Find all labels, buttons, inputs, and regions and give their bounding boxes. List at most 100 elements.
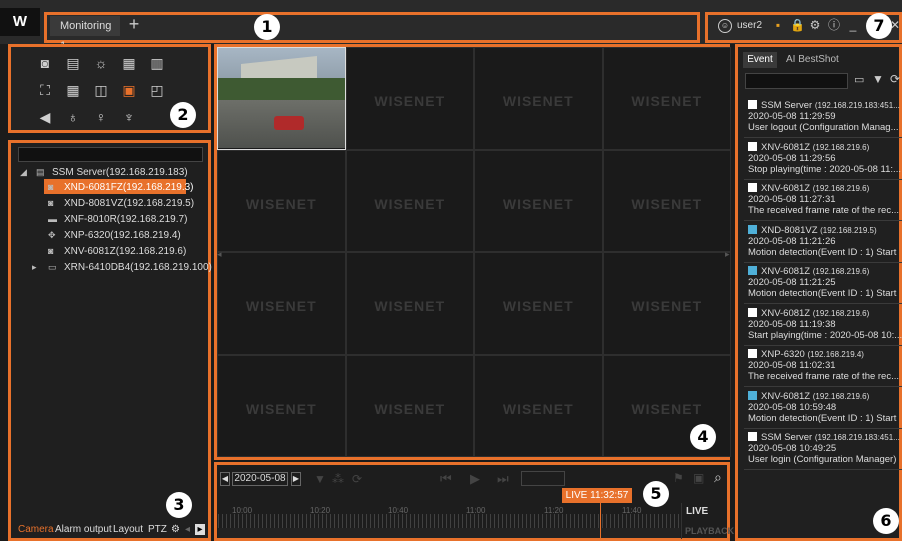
dome-camera-icon: ◙	[48, 182, 54, 192]
next-frame-icon[interactable]: ⏭	[497, 471, 509, 487]
video-tile-empty[interactable]: WISENET	[217, 252, 346, 355]
event-separator	[744, 303, 902, 304]
grid-left-collapse-icon[interactable]: ◂	[217, 249, 222, 260]
filter-icon[interactable]: ▼	[314, 472, 326, 486]
event-item[interactable]: SSM Server (192.168.219.183:451... 2020-0…	[748, 100, 902, 133]
tree-device-4[interactable]: ✥ XNP-6320(192.168.219.4)	[48, 228, 181, 242]
speed-field[interactable]	[521, 471, 565, 486]
layout-icon[interactable]: ▦	[120, 55, 138, 71]
date-next-button[interactable]: ▶	[291, 472, 301, 486]
tree-device-6[interactable]: ▸ ▭ XRN-6410DB4(192.168.219.100)	[32, 260, 212, 274]
event-marker-icon	[748, 183, 757, 192]
video-tile-empty[interactable]: WISENET	[602, 149, 731, 252]
signal-icon[interactable]: ▪	[771, 18, 785, 32]
camera-snapshot-icon[interactable]: ◙	[36, 55, 54, 71]
tree-search-input[interactable]	[18, 147, 203, 162]
minimize-icon[interactable]: _	[846, 18, 860, 32]
video-tile-empty[interactable]: WISENET	[474, 252, 603, 355]
collapse-arrow-icon[interactable]: ◢	[20, 165, 32, 179]
user-icon[interactable]: ☺	[718, 19, 732, 33]
tab-settings-gear-icon[interactable]: ⚙	[171, 524, 180, 535]
event-item[interactable]: XNV-6081Z (192.168.219.6) 2020-05-08 11:2…	[748, 266, 902, 299]
play-icon[interactable]: ▶	[470, 471, 480, 487]
info-screen-icon[interactable]: ◰	[148, 82, 166, 98]
add-tab-button[interactable]: +	[124, 14, 144, 36]
fisheye-camera-icon: ▬	[48, 214, 57, 224]
video-tile-empty[interactable]: WISENET	[345, 252, 474, 355]
broadcast-mic-icon[interactable]: ♆	[120, 109, 138, 125]
event-item[interactable]: XNP-6320 (192.168.219.4) 2020-05-08 11:02…	[748, 349, 902, 382]
sequence-icon[interactable]: ▥	[148, 55, 166, 71]
event-item[interactable]: XNV-6081Z (192.168.219.6) 2020-05-08 11:2…	[748, 183, 902, 216]
timeline-track[interactable]	[218, 528, 680, 538]
print-icon[interactable]: ▤	[64, 55, 82, 71]
event-item[interactable]: XNV-6081Z (192.168.219.6) 2020-05-08 10:5…	[748, 390, 902, 424]
export-icon[interactable]: ▣	[693, 471, 704, 485]
mic-settings-icon[interactable]: ♁	[64, 109, 82, 125]
window-icon[interactable]: ▭	[854, 73, 864, 86]
tab-ai-bestshot[interactable]: AI BestShot	[786, 52, 839, 68]
bookmark-icon[interactable]: ⚑	[673, 471, 684, 485]
event-search-input[interactable]	[745, 73, 848, 89]
callout-1: 1	[254, 14, 280, 40]
grid-search-icon[interactable]: ⁂	[332, 472, 344, 486]
fullscreen-icon[interactable]: ⛶	[36, 82, 54, 98]
event-item[interactable]: SSM Server (192.168.219.183:451... 2020-0…	[748, 432, 902, 465]
video-tile-empty[interactable]: WISENET	[474, 149, 603, 252]
video-tile-empty[interactable]: WISENET	[217, 354, 346, 457]
microphone-icon[interactable]: ♀	[92, 109, 110, 125]
pip-icon[interactable]: ◫	[92, 82, 110, 98]
video-tile-empty[interactable]: WISENET	[345, 47, 474, 150]
callout-7: 7	[866, 13, 892, 39]
refresh-icon[interactable]: ⟳	[352, 472, 362, 486]
event-item[interactable]: XND-8081VZ (192.168.219.5) 2020-05-08 11:…	[748, 224, 902, 258]
tree-server[interactable]: ◢ ▤ SSM Server(192.168.219.183)	[20, 165, 188, 179]
expand-arrow-icon[interactable]: ▸	[32, 260, 44, 274]
tree-device-3[interactable]: ▬ XNF-8010R(192.168.219.7)	[48, 212, 187, 226]
video-tile-empty[interactable]: WISENET	[345, 354, 474, 457]
tree-device-1[interactable]: ◙ XND-6081FZ(192.168.219.3)	[48, 180, 194, 194]
tab-camera[interactable]: Camera	[18, 524, 54, 535]
event-message: The received frame rate of the rec...	[748, 205, 900, 216]
tree-device-2[interactable]: ◙ XND-8081VZ(192.168.219.5)	[48, 196, 194, 210]
info-icon[interactable]: ⓘ	[827, 18, 841, 32]
video-tile-live[interactable]	[217, 47, 346, 150]
refresh-icon[interactable]: ⟳	[890, 72, 900, 86]
tree-device-5[interactable]: ◙ XNV-6081Z(192.168.219.6)	[48, 244, 186, 258]
tree-device-label: XND-8081VZ(192.168.219.5)	[64, 198, 195, 209]
filter-icon[interactable]: ▼	[872, 72, 884, 86]
previous-frame-icon[interactable]: ⏮	[440, 471, 452, 487]
search-icon[interactable]: ⌕	[714, 469, 722, 486]
video-tile-empty[interactable]: WISENET	[602, 252, 731, 355]
date-prev-button[interactable]: ◀	[220, 472, 230, 486]
monitor-icon[interactable]: ▣	[120, 82, 138, 98]
video-tile-empty[interactable]: WISENET	[474, 47, 603, 150]
tab-monitoring-1[interactable]: Monitoring 1	[50, 16, 120, 52]
event-head: XNV-6081Z (192.168.219.6)	[748, 141, 902, 153]
grid-right-collapse-icon[interactable]: ▸	[725, 249, 730, 260]
tab-ptz[interactable]: PTZ	[148, 524, 167, 535]
video-tile-empty[interactable]: WISENET	[345, 149, 474, 252]
tab-layout[interactable]: Layout	[113, 524, 143, 535]
tab-alarm-output[interactable]: Alarm output	[55, 524, 112, 535]
video-tile-empty[interactable]: WISENET	[602, 47, 731, 150]
timeline-ruler[interactable]	[218, 514, 680, 528]
brightness-icon[interactable]: ☼	[92, 55, 110, 71]
tab-scroll-right-icon[interactable]: ▸	[195, 524, 205, 535]
tab-scroll-left-icon[interactable]: ◂	[185, 524, 190, 535]
video-tile-empty[interactable]: WISENET	[217, 149, 346, 252]
event-item[interactable]: XNV-6081Z (192.168.219.6) 2020-05-08 11:1…	[748, 307, 902, 341]
grid-icon[interactable]: ▦	[64, 82, 82, 98]
speaker-icon[interactable]: ◀	[36, 109, 54, 125]
date-field[interactable]: 2020-05-08	[232, 472, 288, 486]
video-tile-empty[interactable]: WISENET	[474, 354, 603, 457]
lock-icon[interactable]: 🔒	[790, 18, 805, 32]
event-marker-icon	[748, 224, 757, 234]
gear-icon[interactable]: ⚙	[808, 18, 822, 32]
live-button[interactable]: LIVE	[686, 506, 708, 517]
timeline-cursor[interactable]	[600, 503, 601, 539]
playback-button[interactable]: PLAYBACK	[685, 526, 734, 536]
tab-event[interactable]: Event	[743, 52, 777, 68]
event-item[interactable]: XNV-6081Z (192.168.219.6) 2020-05-08 11:2…	[748, 141, 902, 175]
wisenet-watermark: WISENET	[502, 400, 574, 417]
